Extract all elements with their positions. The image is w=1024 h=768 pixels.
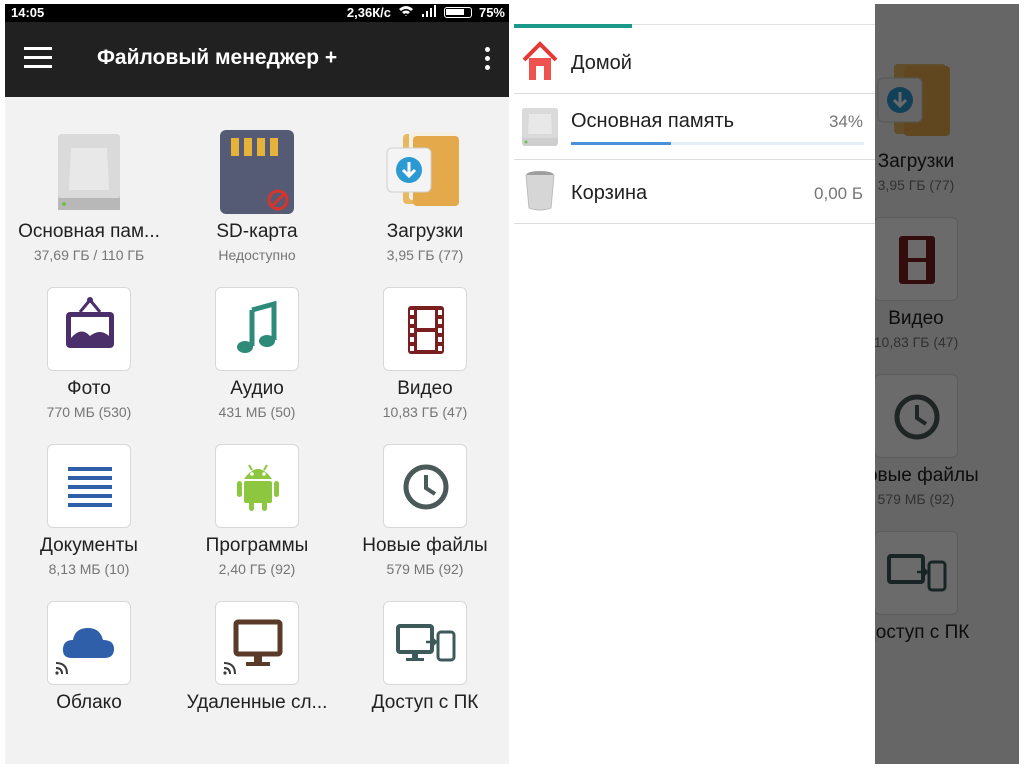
tile-label: Облако	[56, 692, 122, 713]
tile-label: Загрузки	[386, 221, 464, 242]
tile-info: 770 МБ (530)	[46, 404, 132, 420]
downloads-folder-icon	[383, 130, 467, 214]
main-screen: 14:05 2,36К/с 75% Файловый менеджер + Ос…	[5, 4, 509, 764]
tile-label: Аудио	[230, 378, 284, 399]
battery-level: 75%	[478, 5, 505, 20]
tile-info: 10,83 ГБ (47)	[382, 404, 468, 420]
wifi-icon	[398, 5, 414, 20]
document-icon	[47, 444, 131, 528]
status-time: 14:05	[11, 5, 45, 20]
drawer-item-label: Основная память	[571, 110, 735, 132]
photo-icon	[47, 287, 131, 371]
film-icon	[383, 287, 467, 371]
tile-info: Недоступно	[218, 247, 296, 263]
cloud-icon	[47, 601, 131, 685]
app-title: Файловый менеджер +	[97, 46, 338, 69]
navigation-drawer: Домой Основная память 34% Корзина 0,00 Б	[514, 4, 875, 764]
tile-label: Доступ с ПК	[371, 692, 479, 713]
storage-percent: 34%	[828, 112, 863, 131]
hard-drive-icon	[47, 130, 131, 214]
status-bar: 14:05 2,36К/с 75%	[5, 4, 509, 22]
drawer-accent-bar	[514, 24, 632, 28]
overflow-menu-icon[interactable]	[485, 47, 491, 73]
tile-info: 2,40 ГБ (92)	[218, 561, 296, 577]
drawer-item-label: Домой	[571, 52, 632, 74]
hard-drive-icon	[520, 104, 560, 148]
tile-label: Программы	[205, 535, 309, 556]
sd-card-icon	[215, 130, 299, 214]
drawer-scrim[interactable]	[875, 4, 1019, 764]
drawer-item-trash[interactable]: Корзина 0,00 Б	[514, 160, 875, 222]
network-speed: 2,36К/с	[346, 5, 391, 20]
battery-icon	[443, 7, 472, 18]
android-icon	[215, 444, 299, 528]
tile-label: Документы	[40, 535, 138, 556]
tile-info: 431 МБ (50)	[218, 404, 296, 420]
tile-label: SD-карта	[216, 221, 298, 242]
tile-label: Видео	[397, 378, 453, 399]
signal-icon	[421, 5, 437, 20]
clock-icon	[383, 444, 467, 528]
music-note-icon	[215, 287, 299, 371]
tile-label: Фото	[67, 378, 111, 399]
divider	[514, 223, 875, 224]
hamburger-menu-icon[interactable]	[24, 47, 52, 69]
home-icon	[520, 40, 560, 84]
trash-icon	[520, 168, 560, 212]
pc-access-icon	[383, 601, 467, 685]
tile-label: Основная пам...	[18, 221, 160, 242]
tile-label: Удаленные сл...	[186, 692, 328, 713]
monitor-icon	[215, 601, 299, 685]
trash-size: 0,00 Б	[814, 184, 863, 203]
drawer-screen: Загрузки 3,95 ГБ (77) Видео 10,83 ГБ (47…	[514, 4, 1019, 764]
tile-info: 8,13 МБ (10)	[48, 561, 130, 577]
drawer-item-main-storage[interactable]: Основная память 34%	[514, 94, 875, 158]
storage-progress-fill	[571, 142, 671, 145]
storage-progress-bar	[571, 142, 864, 145]
tile-info: 579 МБ (92)	[386, 561, 464, 577]
tile-info: 37,69 ГБ / 110 ГБ	[33, 247, 145, 263]
drawer-item-home[interactable]: Домой	[514, 36, 875, 92]
tile-label: Новые файлы	[362, 535, 488, 556]
tile-info: 3,95 ГБ (77)	[386, 247, 464, 263]
drawer-item-label: Корзина	[571, 182, 648, 204]
app-bar: Файловый менеджер +	[5, 22, 509, 97]
